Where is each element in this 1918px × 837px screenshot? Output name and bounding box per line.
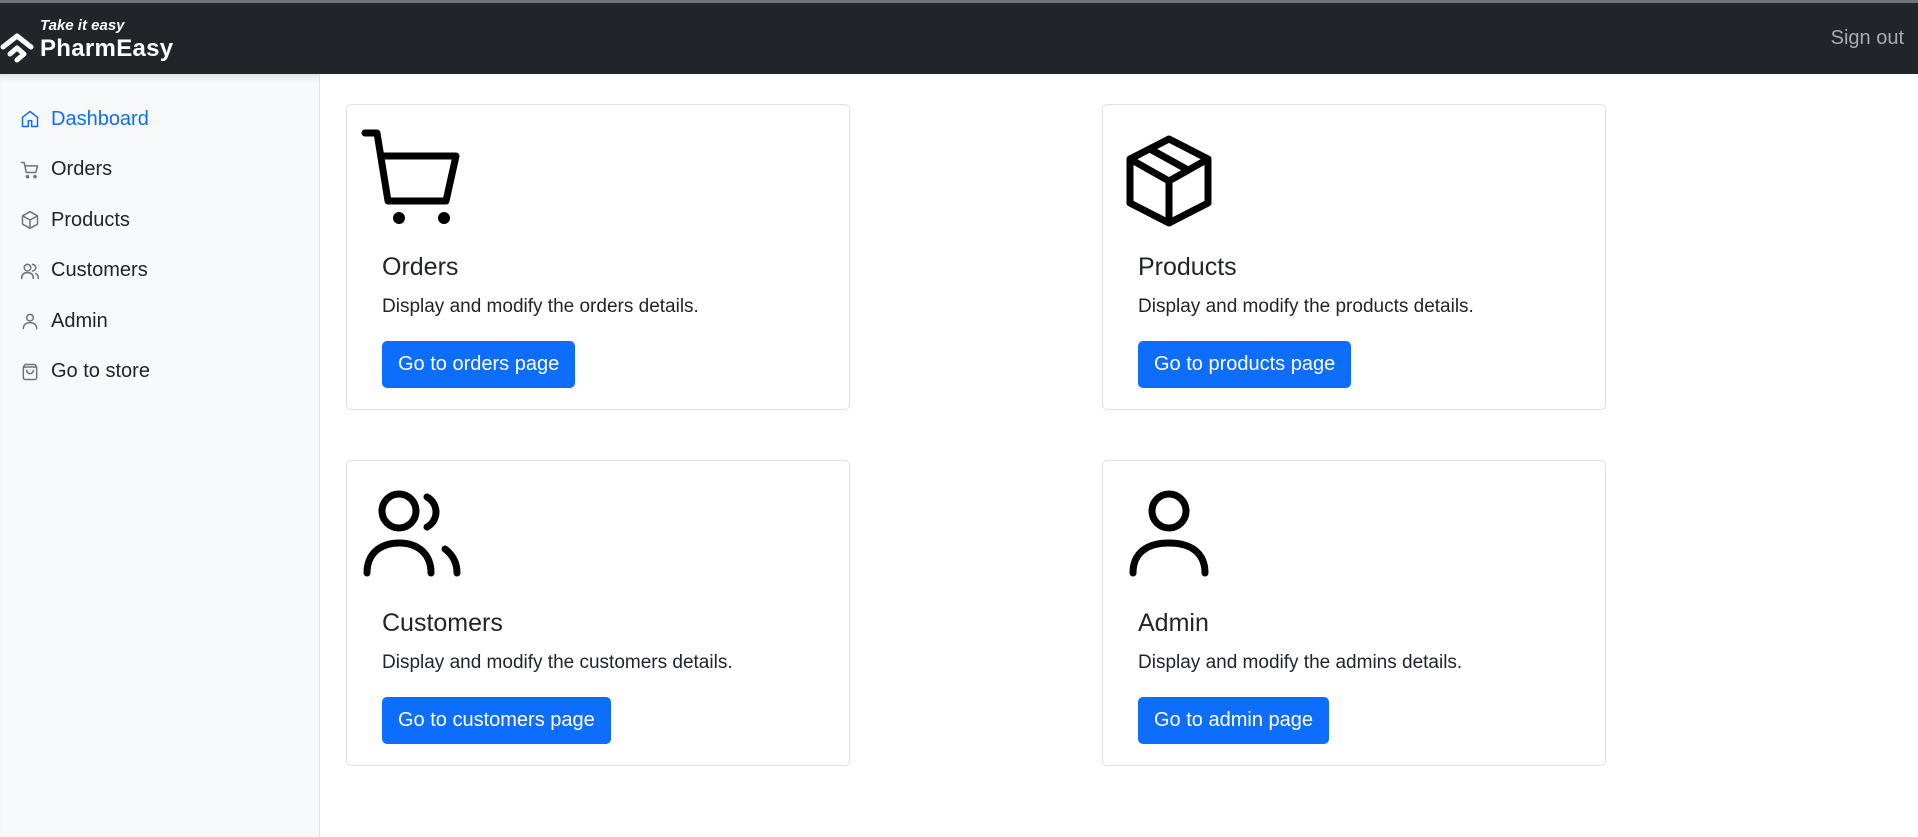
- sidebar-item-customers[interactable]: Customers: [0, 246, 319, 297]
- sidebar-item-admin[interactable]: Admin: [0, 296, 319, 347]
- box-icon: [21, 211, 39, 230]
- users-icon: [363, 490, 461, 577]
- pharmeasy-logo-icon: [0, 33, 34, 62]
- sidebar-item-label: Customers: [51, 259, 148, 282]
- card-title: Admin: [1138, 609, 1209, 637]
- shopping-bag-icon: [22, 363, 38, 380]
- users-icon: [20, 263, 40, 279]
- user-icon: [1129, 490, 1209, 577]
- card-text: Display and modify the customers details…: [382, 652, 733, 673]
- dashboard-main: Orders Display and modify the orders det…: [321, 74, 1918, 837]
- top-navbar: Take it easy PharmEasy Sign out: [0, 0, 1918, 74]
- card-title: Products: [1138, 253, 1237, 281]
- box-icon: [1126, 135, 1212, 227]
- card-text: Display and modify the products details.: [1138, 296, 1474, 317]
- customers-card: Customers Display and modify the custome…: [346, 460, 850, 766]
- sidebar-item-label: Dashboard: [51, 107, 149, 130]
- go-to-admin-button[interactable]: Go to admin page: [1138, 697, 1329, 744]
- sidebar: Dashboard Orders Products Customers Admi…: [0, 74, 320, 837]
- products-card: Products Display and modify the products…: [1102, 104, 1606, 410]
- card-title: Orders: [382, 253, 459, 281]
- cart-icon: [361, 129, 460, 224]
- house-icon: [21, 111, 39, 128]
- sidebar-item-label: Go to store: [51, 360, 150, 383]
- sidebar-item-label: Admin: [51, 309, 108, 332]
- sidebar-item-label: Products: [51, 208, 130, 231]
- card-text: Display and modify the admins details.: [1138, 652, 1463, 673]
- admin-card: Admin Display and modify the admins deta…: [1102, 460, 1606, 766]
- orders-card: Orders Display and modify the orders det…: [346, 104, 850, 410]
- sidebar-item-label: Orders: [51, 158, 113, 181]
- sidebar-item-dashboard[interactable]: Dashboard: [0, 94, 319, 145]
- go-to-customers-button[interactable]: Go to customers page: [382, 697, 611, 744]
- sidebar-item-orders[interactable]: Orders: [0, 145, 319, 196]
- card-title: Customers: [382, 609, 503, 637]
- cart-icon: [20, 161, 39, 179]
- brand-logo[interactable]: Take it easy PharmEasy: [0, 9, 200, 69]
- go-to-orders-button[interactable]: Go to orders page: [382, 341, 576, 388]
- brand-tagline: Take it easy: [40, 16, 125, 34]
- sign-out-link[interactable]: Sign out: [1831, 27, 1904, 50]
- user-icon: [22, 313, 38, 330]
- card-text: Display and modify the orders details.: [382, 296, 699, 317]
- brand-name: PharmEasy: [40, 34, 174, 62]
- sidebar-item-products[interactable]: Products: [0, 195, 319, 246]
- sidebar-item-go-to-store[interactable]: Go to store: [0, 347, 319, 398]
- go-to-products-button[interactable]: Go to products page: [1138, 341, 1352, 388]
